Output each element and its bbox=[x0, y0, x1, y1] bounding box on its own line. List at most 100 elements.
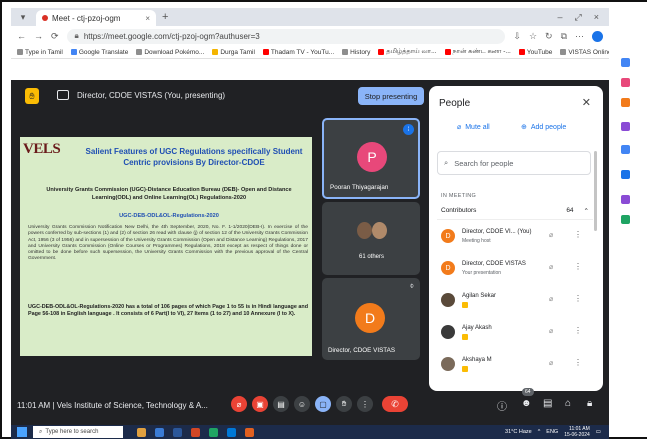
chevron-up-icon[interactable]: ⌃ bbox=[584, 207, 589, 215]
bookmark-label: YouTube bbox=[526, 48, 553, 56]
chrome-icon[interactable] bbox=[209, 427, 218, 437]
extension-icon[interactable] bbox=[621, 195, 630, 204]
mic-off-icon[interactable]: ⌀ bbox=[549, 359, 553, 367]
more-options-icon[interactable]: ⋮ bbox=[574, 294, 582, 303]
more-options-button[interactable]: ⋮ bbox=[357, 396, 373, 412]
search-people-input[interactable]: ⌕ Search for people bbox=[437, 151, 591, 175]
participant-row[interactable]: Ajay Akash ⌀ ⋮ bbox=[441, 322, 591, 346]
profile-avatar[interactable] bbox=[592, 30, 603, 42]
stop-presenting-button[interactable]: Stop presenting bbox=[358, 87, 424, 105]
bookmark-item[interactable]: Download Pokémo... bbox=[136, 49, 204, 56]
info-icon[interactable]: ⓘ bbox=[497, 398, 507, 413]
download-icon[interactable]: ⇩ bbox=[513, 31, 521, 42]
mute-all-button[interactable]: ⌀ Mute all bbox=[457, 123, 490, 132]
extension-icon[interactable] bbox=[621, 170, 630, 179]
participant-row[interactable]: Akshaya M ⌀ ⋮ bbox=[441, 354, 591, 378]
close-window-button[interactable]: × bbox=[594, 12, 599, 23]
mic-off-icon[interactable]: ⌀ bbox=[549, 231, 553, 239]
people-icon[interactable]: ☻ bbox=[521, 398, 532, 409]
app-icon[interactable] bbox=[137, 427, 146, 437]
activities-icon[interactable]: ⌂ bbox=[565, 398, 571, 409]
host-controls-icon[interactable]: 🔒︎ bbox=[587, 398, 592, 409]
extension-icon[interactable] bbox=[621, 145, 630, 154]
more-options-icon[interactable]: ⋮ bbox=[574, 326, 582, 335]
participant-row[interactable]: Agilan Sekar ⌀ ⋮ bbox=[441, 290, 591, 314]
chat-icon[interactable]: ▤ bbox=[543, 398, 552, 409]
mic-off-icon[interactable]: ⌀ bbox=[549, 327, 553, 335]
url-input[interactable]: 🔒︎ https://meet.google.com/ctj-pzoj-ogm?… bbox=[66, 28, 506, 44]
extension-icon[interactable] bbox=[621, 98, 630, 107]
tab-meet[interactable]: Meet - ctj-pzoj-ogm × bbox=[36, 10, 156, 26]
bookmark-icon bbox=[378, 49, 385, 55]
add-people-button[interactable]: ⊕ Add people bbox=[521, 123, 566, 132]
extensions-icon[interactable]: ⧉ bbox=[561, 31, 567, 42]
present-screen-icon bbox=[57, 90, 69, 100]
captions-button[interactable]: ▤ bbox=[273, 396, 289, 412]
maximize-button[interactable]: ⤢ bbox=[575, 12, 582, 23]
contributors-section[interactable]: Contributors 64 ⌃ bbox=[437, 202, 593, 220]
bookmark-item[interactable]: History bbox=[342, 49, 370, 56]
tab-strip: ▾ Meet - ctj-pzoj-ogm × + – ⤢ × bbox=[11, 8, 609, 26]
app-icon[interactable] bbox=[245, 427, 254, 437]
bookmark-item[interactable]: Thadam TV - YouTu... bbox=[262, 49, 334, 56]
app-icon[interactable] bbox=[191, 427, 200, 437]
extension-icon[interactable] bbox=[621, 78, 630, 87]
bookmark-item[interactable]: Type in Tamil bbox=[17, 49, 63, 56]
participant-tile-pooran[interactable]: ⁞ P Pooran Thiyagarajan bbox=[322, 118, 420, 199]
extension-icon[interactable] bbox=[621, 215, 630, 224]
reload-icon[interactable]: ⟳ bbox=[51, 31, 59, 42]
app-icon[interactable] bbox=[227, 427, 236, 437]
sync-icon[interactable]: ↻ bbox=[545, 31, 553, 42]
participant-tile-director[interactable]: ⌽ D Director, CDOE VISTAS bbox=[322, 278, 420, 360]
bookmark-item[interactable]: VISTAS Online Exam bbox=[560, 49, 609, 56]
back-icon[interactable]: ← bbox=[17, 31, 26, 41]
notification-icon[interactable]: ▭ bbox=[596, 429, 601, 435]
contributors-label: Contributors bbox=[441, 207, 477, 214]
hand-raise-icon[interactable]: ✋︎ bbox=[25, 88, 39, 104]
bookmark-item[interactable]: Durga Tamil bbox=[212, 49, 255, 56]
participant-row[interactable]: D Director, CDOE VISTAS Your presentation ⌀… bbox=[441, 258, 591, 282]
close-icon[interactable]: ✕ bbox=[582, 96, 591, 109]
participant-row[interactable]: D Director, CDOE VI... (You) Meeting host ⌀… bbox=[441, 226, 591, 250]
menu-icon[interactable]: ⋯ bbox=[575, 31, 584, 42]
more-options-icon[interactable]: ⋮ bbox=[574, 230, 582, 239]
clock[interactable]: 11:01 AM 15-06-2024 bbox=[564, 426, 590, 438]
mic-off-icon[interactable]: ⌀ bbox=[549, 263, 553, 271]
extension-icon[interactable] bbox=[621, 58, 630, 67]
meeting-controls-bar: 11:01 AM | Vels Institute of Science, Te… bbox=[11, 385, 609, 425]
camera-off-button[interactable]: ▣ bbox=[252, 396, 268, 412]
bookmark-item[interactable]: தமிழ்த்தாய் வா... bbox=[378, 48, 437, 56]
minimize-button[interactable]: – bbox=[558, 12, 563, 23]
raise-hand-button[interactable]: ✋︎ bbox=[336, 396, 352, 412]
mic-off-icon[interactable]: ⌀ bbox=[549, 295, 553, 303]
end-call-button[interactable]: ✆ bbox=[382, 396, 408, 412]
bookmark-item[interactable]: Google Translate bbox=[70, 49, 128, 56]
scrollbar[interactable] bbox=[594, 151, 597, 231]
present-button[interactable]: ▢ bbox=[315, 396, 331, 412]
avatar bbox=[441, 293, 455, 307]
hand-badge-icon bbox=[462, 334, 468, 340]
search-icon: ⌕ bbox=[444, 158, 449, 167]
more-options-icon[interactable]: ⋮ bbox=[574, 358, 582, 367]
taskbar-search-input[interactable]: ⌕ Type here to search bbox=[33, 426, 123, 438]
tab-search-icon[interactable]: ▾ bbox=[16, 11, 30, 23]
mic-off-button[interactable]: ⌀ bbox=[231, 396, 247, 412]
new-tab-button[interactable]: + bbox=[162, 11, 168, 23]
lang-text: ENG bbox=[546, 429, 559, 435]
chevron-up-icon[interactable]: ^ bbox=[538, 429, 541, 435]
star-icon[interactable]: ☆ bbox=[529, 31, 537, 42]
start-icon[interactable] bbox=[17, 427, 27, 437]
word-icon[interactable] bbox=[173, 427, 182, 437]
participant-tile-others[interactable]: 61 others bbox=[322, 202, 420, 275]
more-options-icon[interactable]: ⋮ bbox=[574, 262, 582, 271]
app-icon[interactable] bbox=[155, 427, 164, 437]
extension-icon[interactable] bbox=[621, 122, 630, 131]
forward-icon[interactable]: → bbox=[34, 31, 43, 41]
bookmark-item[interactable]: நான் கண்ட கனா -... bbox=[444, 48, 511, 56]
address-bar-row: ← → ⟳ 🔒︎ https://meet.google.com/ctj-pzo… bbox=[11, 26, 609, 46]
emoji-button[interactable]: ☺ bbox=[294, 396, 310, 412]
tab-close-icon[interactable]: × bbox=[145, 14, 150, 23]
slide-subtitle: University Grants Commission (UGC)-Dista… bbox=[46, 187, 292, 201]
bookmark-item[interactable]: YouTube bbox=[518, 48, 553, 56]
meeting-time: 11:01 AM bbox=[17, 401, 51, 410]
